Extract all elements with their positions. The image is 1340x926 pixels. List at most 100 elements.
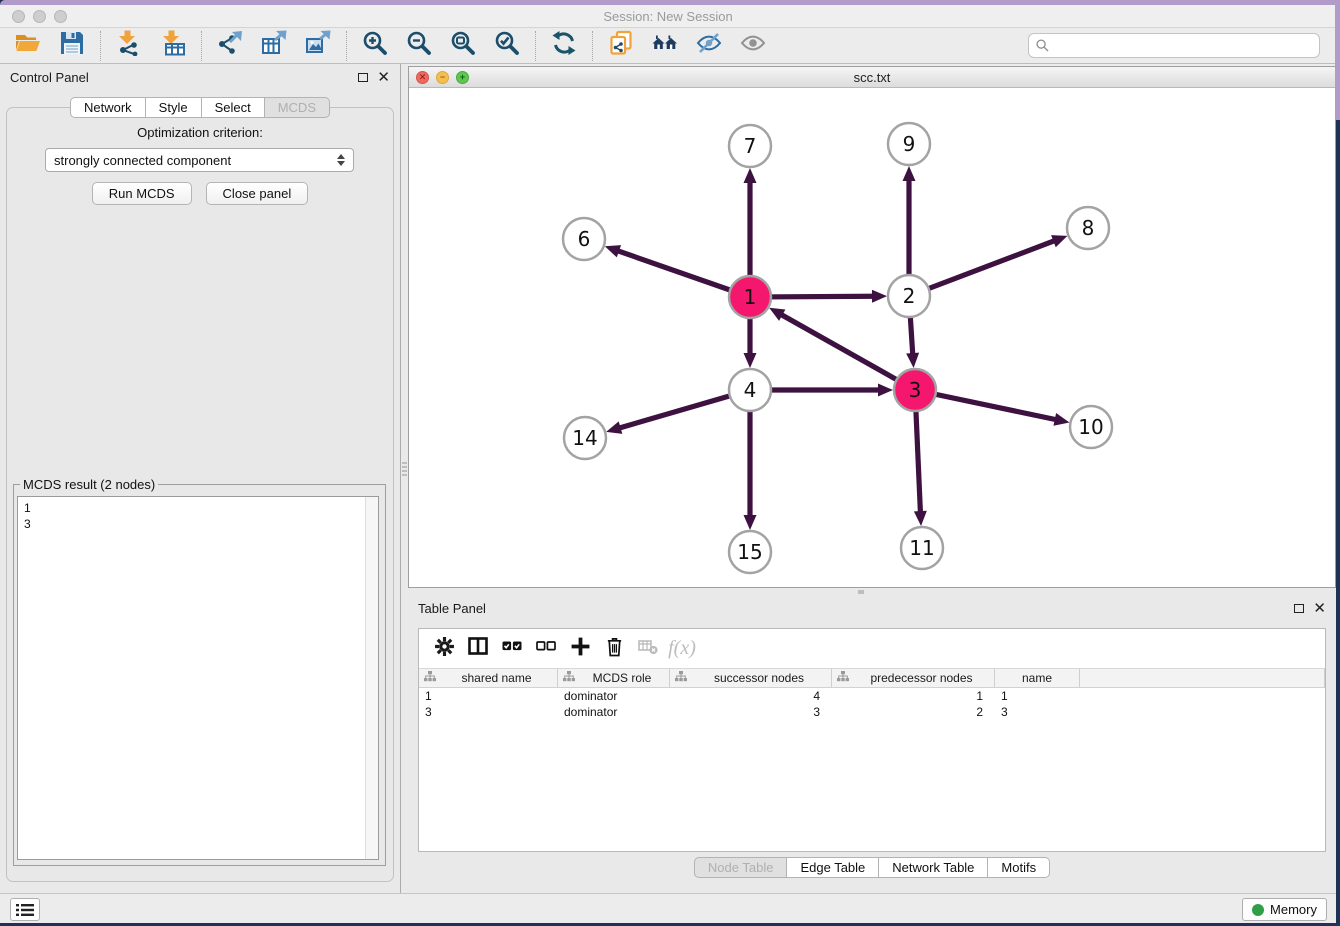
- graph-edge-arrowhead: [878, 384, 893, 397]
- column-header-name[interactable]: name: [995, 669, 1080, 687]
- table-cell[interactable]: 3: [670, 704, 832, 720]
- graph-edge[interactable]: [780, 314, 915, 390]
- export-table-button[interactable]: [259, 31, 289, 61]
- table-row[interactable]: 1dominator411: [419, 688, 1325, 704]
- graph-node-15[interactable]: 15: [729, 531, 771, 573]
- copy-network-button[interactable]: [606, 31, 636, 61]
- open-folder-button[interactable]: [13, 31, 43, 61]
- criterion-select[interactable]: strongly connected component: [45, 148, 354, 172]
- graph-node-4[interactable]: 4: [729, 369, 771, 411]
- zoom-in-button[interactable]: [360, 31, 390, 61]
- vertical-splitter[interactable]: [400, 64, 408, 893]
- table-cell[interactable]: 1: [832, 688, 995, 704]
- function-builder-button[interactable]: f(x): [665, 634, 699, 664]
- horizontal-splitter[interactable]: [408, 588, 1336, 595]
- zoom-fit-button[interactable]: [448, 31, 478, 61]
- mcds-result-node: 3: [24, 516, 372, 532]
- app-window: Session: New Session Control Panel ✕ Net…: [0, 0, 1336, 923]
- graph-node-2[interactable]: 2: [888, 275, 930, 317]
- splitter-grip[interactable]: [402, 462, 407, 478]
- show-all-button[interactable]: [738, 31, 768, 61]
- tab-select[interactable]: Select: [202, 97, 265, 118]
- tab-edge-table[interactable]: Edge Table: [787, 857, 879, 878]
- column-header-empty: [1080, 669, 1325, 687]
- save-button[interactable]: [57, 31, 87, 61]
- toolbar-separator: [346, 31, 347, 61]
- copy-network-icon: [608, 30, 634, 61]
- zoom-selected-button[interactable]: [492, 31, 522, 61]
- select-arrows-icon: [337, 154, 345, 166]
- table-cell[interactable]: 1: [419, 688, 558, 704]
- close-table-panel-icon[interactable]: ✕: [1313, 601, 1326, 616]
- first-neighbors-button[interactable]: [650, 31, 680, 61]
- table-cell[interactable]: 3: [419, 704, 558, 720]
- search-input[interactable]: [1054, 38, 1312, 53]
- delete-button[interactable]: [597, 634, 631, 664]
- graph-node-8[interactable]: 8: [1067, 207, 1109, 249]
- zoom-out-button[interactable]: [404, 31, 434, 61]
- zoom-out-icon: [406, 30, 432, 61]
- tab-mcds[interactable]: MCDS: [265, 97, 330, 118]
- columns-button[interactable]: [461, 634, 495, 664]
- column-header-successor-nodes[interactable]: successor nodes: [670, 669, 832, 687]
- column-label: MCDS role: [575, 671, 669, 685]
- tab-motifs[interactable]: Motifs: [988, 857, 1050, 878]
- close-panel-button[interactable]: Close panel: [206, 182, 309, 205]
- import-table-button[interactable]: [158, 31, 188, 61]
- add-button[interactable]: [563, 634, 597, 664]
- zoom-in-icon: [362, 30, 388, 61]
- splitter-grip[interactable]: [858, 590, 864, 594]
- graph-node-6[interactable]: 6: [563, 218, 605, 260]
- export-image-button[interactable]: [303, 31, 333, 61]
- delete-column-button[interactable]: [631, 634, 665, 664]
- tab-network[interactable]: Network: [70, 97, 146, 118]
- hide-selected-button[interactable]: [694, 31, 724, 61]
- memory-status-icon: [1252, 904, 1264, 916]
- run-mcds-button[interactable]: Run MCDS: [92, 182, 192, 205]
- tab-style[interactable]: Style: [146, 97, 202, 118]
- tab-network-table[interactable]: Network Table: [879, 857, 988, 878]
- table-row[interactable]: 3dominator323: [419, 704, 1325, 720]
- mcds-result-list[interactable]: 13: [17, 496, 379, 860]
- svg-text:6: 6: [578, 227, 591, 251]
- export-network-button[interactable]: [215, 31, 245, 61]
- refresh-icon: [551, 30, 577, 61]
- float-table-panel-icon[interactable]: [1294, 604, 1304, 613]
- table-cell[interactable]: 1: [995, 688, 1080, 704]
- table-cell[interactable]: 3: [995, 704, 1080, 720]
- graph-node-14[interactable]: 14: [564, 417, 606, 459]
- column-header-shared-name[interactable]: shared name: [419, 669, 558, 687]
- table-cell[interactable]: dominator: [558, 704, 670, 720]
- table-cell[interactable]: 2: [832, 704, 995, 720]
- table-cell[interactable]: 4: [670, 688, 832, 704]
- import-network-button[interactable]: [114, 31, 144, 61]
- table-cell[interactable]: dominator: [558, 688, 670, 704]
- graph-node-9[interactable]: 9: [888, 123, 930, 165]
- network-window-titlebar[interactable]: ✕ − + scc.txt: [409, 67, 1335, 88]
- graph-node-10[interactable]: 10: [1070, 406, 1112, 448]
- float-panel-icon[interactable]: [358, 73, 368, 82]
- graph-edge-arrowhead: [914, 511, 927, 526]
- network-canvas[interactable]: 7 9 6 8 1 2 4 3 14 10 15 11: [409, 88, 1335, 587]
- import-table-icon: [160, 30, 186, 61]
- task-history-button[interactable]: [10, 898, 40, 921]
- graph-node-7[interactable]: 7: [729, 125, 771, 167]
- result-scrollbar[interactable]: [365, 497, 378, 859]
- mcds-result-node: 1: [24, 500, 372, 516]
- refresh-button[interactable]: [549, 31, 579, 61]
- settings-button[interactable]: [427, 634, 461, 664]
- column-label: name: [995, 671, 1079, 685]
- tab-node-table[interactable]: Node Table: [694, 857, 788, 878]
- column-header-predecessor-nodes[interactable]: predecessor nodes: [832, 669, 995, 687]
- graph-edge-arrowhead: [606, 421, 622, 433]
- graph-node-3[interactable]: 3: [894, 369, 936, 411]
- search-box[interactable]: [1028, 33, 1320, 58]
- graph-edge[interactable]: [909, 240, 1056, 296]
- column-header-MCDS-role[interactable]: MCDS role: [558, 669, 670, 687]
- memory-button[interactable]: Memory: [1242, 898, 1327, 921]
- deselect-all-button[interactable]: [529, 634, 563, 664]
- select-all-button[interactable]: [495, 634, 529, 664]
- graph-node-1[interactable]: 1: [729, 276, 771, 318]
- close-panel-icon[interactable]: ✕: [377, 70, 390, 85]
- graph-node-11[interactable]: 11: [901, 527, 943, 569]
